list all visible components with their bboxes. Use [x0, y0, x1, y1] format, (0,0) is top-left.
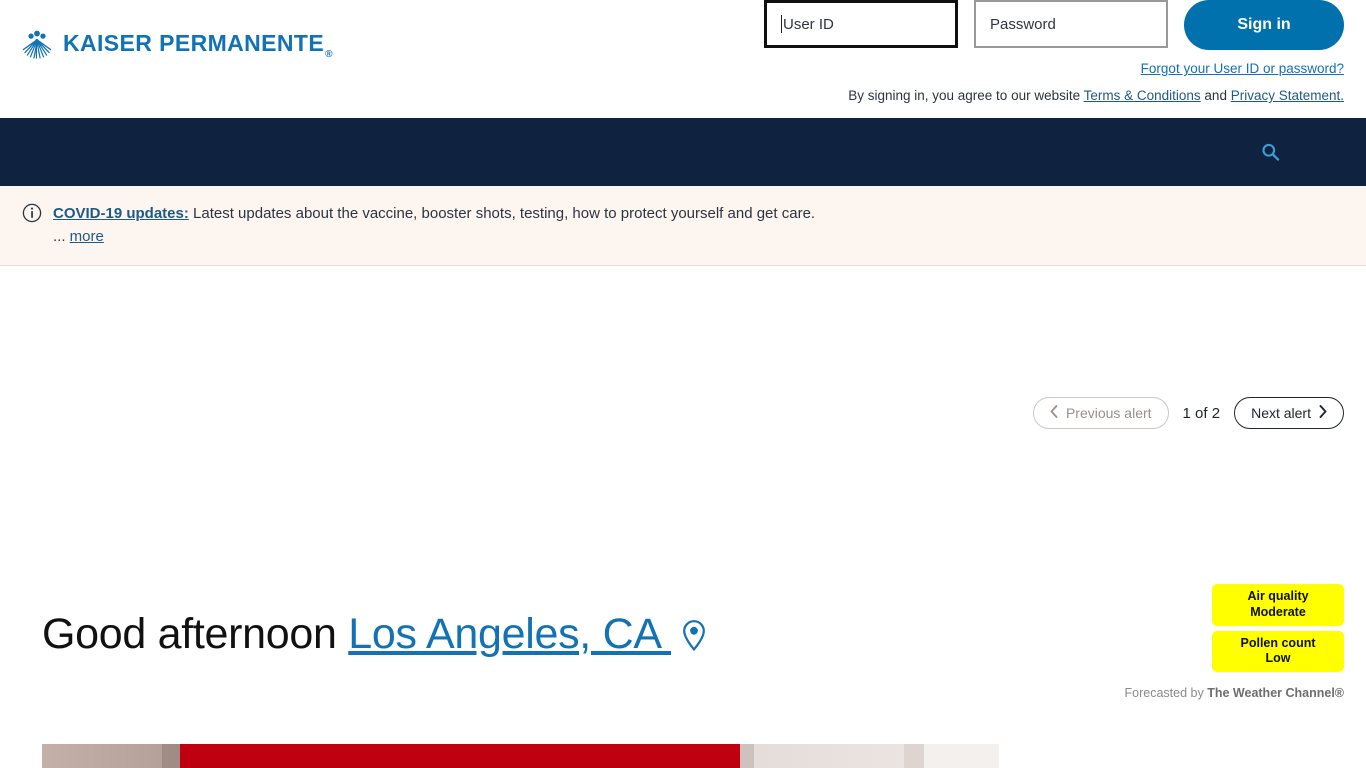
previous-alert-label: Previous alert: [1065, 405, 1152, 421]
air-quality-badge[interactable]: Air quality Moderate: [1212, 584, 1344, 626]
logo-wordmark: KAISER PERMANENTE®: [63, 30, 333, 60]
previous-alert-button[interactable]: Previous alert: [1032, 397, 1169, 429]
registered-mark: ®: [325, 48, 333, 60]
alert-content: COVID-19 updates: Latest updates about t…: [0, 202, 975, 249]
forecast-credit-brand: The Weather Channel®: [1207, 686, 1344, 700]
user-id-placeholder: User ID: [783, 15, 834, 33]
chevron-left-icon: [1050, 405, 1058, 421]
weather-badges: Air quality Moderate Pollen count Low Fo…: [1125, 584, 1344, 700]
forecast-credit-prefix: Forecasted by: [1124, 686, 1208, 700]
air-quality-label: Air quality: [1247, 589, 1309, 603]
top-bar: KAISER PERMANENTE® User ID Password Sign…: [0, 0, 1366, 118]
forgot-credentials-row: Forgot your User ID or password?: [1141, 61, 1344, 76]
air-quality-value: Moderate: [1250, 604, 1306, 619]
privacy-statement-link[interactable]: Privacy Statement.: [1231, 88, 1344, 103]
alert-counter: 1 of 2: [1182, 404, 1221, 422]
forgot-credentials-link[interactable]: Forgot your User ID or password?: [1141, 61, 1344, 76]
next-alert-label: Next alert: [1251, 405, 1311, 421]
alert-message: COVID-19 updates: Latest updates about t…: [53, 202, 815, 249]
pollen-count-label: Pollen count: [1240, 635, 1316, 650]
sign-in-button[interactable]: Sign in: [1184, 0, 1344, 50]
alert-banner: COVID-19 updates: Latest updates about t…: [0, 186, 1366, 429]
password-input[interactable]: Password: [974, 0, 1168, 48]
map-pin-icon[interactable]: [681, 614, 707, 663]
search-icon[interactable]: [1261, 143, 1280, 162]
password-placeholder: Password: [990, 15, 1056, 33]
forecast-attribution: Forecasted by The Weather Channel®: [1125, 686, 1344, 700]
page-title: Good afternoon Los Angeles, CA: [42, 610, 707, 663]
hero-image: [42, 744, 999, 768]
chevron-right-icon: [1319, 405, 1327, 421]
legal-prefix: By signing in, you agree to our website: [848, 88, 1084, 103]
legal-consent-text: By signing in, you agree to our website …: [848, 88, 1344, 103]
pollen-count-value: Low: [1265, 651, 1291, 666]
next-alert-button[interactable]: Next alert: [1234, 397, 1344, 429]
greeting-salutation: Good afternoon: [42, 610, 349, 658]
user-id-input[interactable]: User ID: [764, 0, 958, 48]
terms-conditions-link[interactable]: Terms & Conditions: [1084, 88, 1201, 103]
kp-sunburst-icon: [20, 28, 54, 62]
sign-in-form: User ID Password Sign in: [764, 0, 1344, 50]
pollen-count-badge[interactable]: Pollen count Low: [1212, 630, 1344, 672]
location-link[interactable]: Los Angeles, CA: [348, 610, 671, 658]
alert-body-text: Latest updates about the vaccine, booste…: [188, 205, 816, 222]
alert-ellipsis: ...: [53, 228, 70, 246]
text-cursor: [781, 15, 782, 33]
alert-navigation: Previous alert 1 of 2 Next alert: [1032, 397, 1344, 429]
alert-title-link[interactable]: COVID-19 updates:: [53, 205, 189, 222]
legal-middle: and: [1200, 88, 1231, 103]
main-navigation-bar: [0, 118, 1366, 186]
alert-more-link[interactable]: more: [70, 228, 104, 245]
kaiser-permanente-logo[interactable]: KAISER PERMANENTE®: [20, 28, 333, 62]
info-circle-icon: [22, 203, 42, 228]
